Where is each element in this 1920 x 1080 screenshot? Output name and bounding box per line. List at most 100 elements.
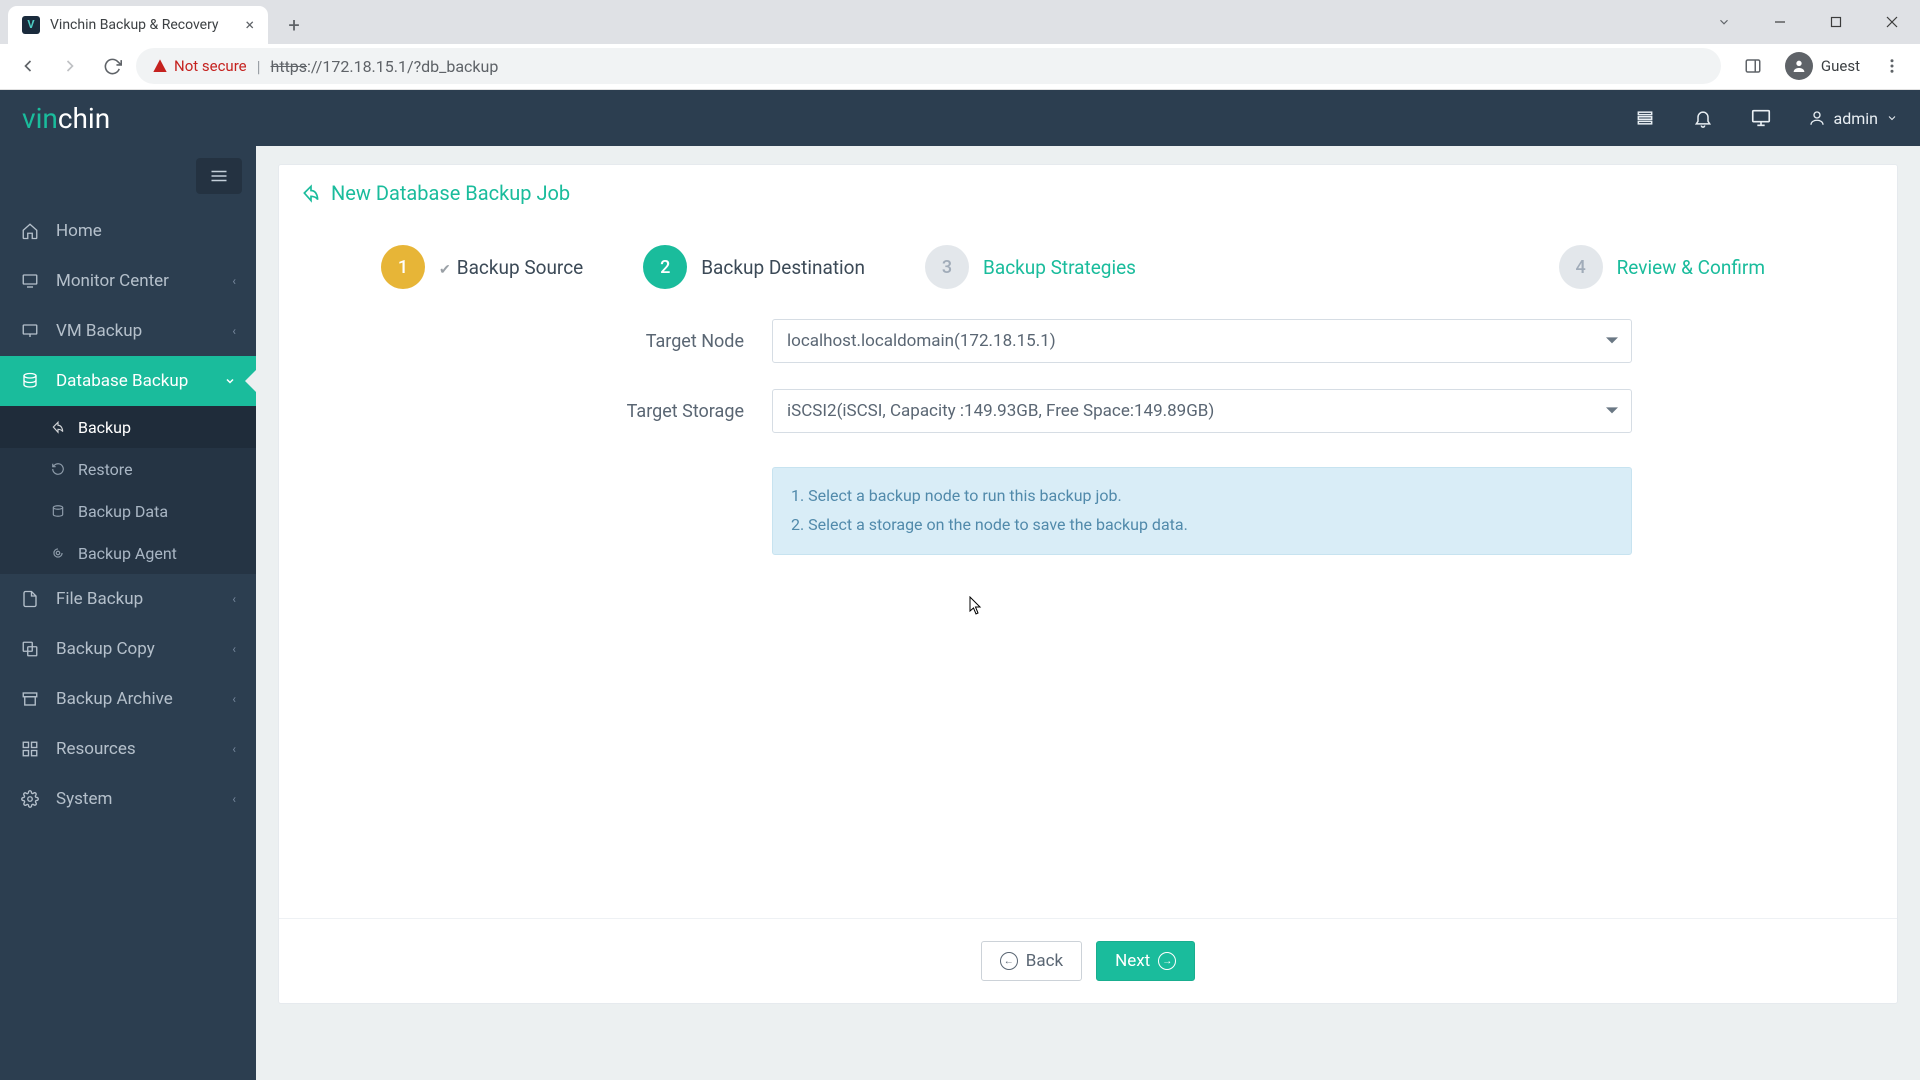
arrow-left-circle-icon: ←	[1000, 952, 1018, 970]
target-node-label: Target Node	[544, 331, 744, 352]
gear-icon	[20, 789, 40, 809]
user-name: admin	[1834, 109, 1878, 128]
close-icon[interactable]: ×	[245, 15, 254, 34]
target-storage-select[interactable]: iSCSI2(iSCSI, Capacity :149.93GB, Free S…	[772, 389, 1632, 433]
step-number: 1	[381, 245, 425, 289]
step-backup-destination[interactable]: 2 Backup Destination	[643, 245, 865, 289]
app-header: vinchin admin	[0, 90, 1920, 146]
tab-strip: V Vinchin Backup & Recovery × +	[0, 0, 1920, 44]
sidebar-item-label: VM Backup	[56, 321, 142, 341]
sidebar-toggle-button[interactable]	[196, 158, 242, 194]
monitor-icon[interactable]	[1750, 107, 1772, 129]
new-tab-button[interactable]: +	[278, 9, 310, 41]
menu-icon[interactable]	[1874, 48, 1910, 84]
tab-title: Vinchin Backup & Recovery	[50, 17, 219, 33]
restore-icon	[50, 461, 66, 477]
user-icon	[1808, 109, 1826, 127]
chevron-left-icon: ‹	[232, 642, 236, 656]
back-button[interactable]	[10, 48, 46, 84]
sidebar-item-backup-archive[interactable]: Backup Archive ‹	[0, 674, 256, 724]
sidebar-item-label: System	[56, 789, 112, 809]
url-text: https://172.18.15.1/?db_backup	[271, 57, 499, 76]
sub-item-backup-agent[interactable]: Backup Agent	[0, 532, 256, 574]
sidebar-item-system[interactable]: System ‹	[0, 774, 256, 824]
profile-label: Guest	[1821, 57, 1860, 75]
maximize-button[interactable]	[1808, 4, 1864, 40]
sub-item-restore[interactable]: Restore	[0, 448, 256, 490]
share-icon	[50, 419, 66, 435]
target-node-select[interactable]: localhost.localdomain(172.18.15.1)	[772, 319, 1632, 363]
sidebar-item-database-backup[interactable]: Database Backup	[0, 356, 256, 406]
agent-icon	[50, 545, 66, 561]
profile-chip[interactable]: Guest	[1775, 48, 1870, 84]
sidebar-item-label: Backup Copy	[56, 639, 155, 659]
destination-form: Target Node localhost.localdomain(172.18…	[301, 319, 1875, 555]
target-storage-label: Target Storage	[544, 401, 744, 422]
data-icon	[50, 503, 66, 519]
sidebar-item-backup-copy[interactable]: Backup Copy ‹	[0, 624, 256, 674]
sub-item-backup[interactable]: Backup	[0, 406, 256, 448]
bell-icon[interactable]	[1692, 107, 1714, 129]
sidebar-item-vm-backup[interactable]: VM Backup ‹	[0, 306, 256, 356]
close-window-button[interactable]	[1864, 4, 1920, 40]
browser-tab[interactable]: V Vinchin Backup & Recovery ×	[8, 6, 268, 44]
chevron-down-icon	[1886, 112, 1898, 124]
file-icon	[20, 589, 40, 609]
logo[interactable]: vinchin	[22, 102, 110, 135]
step-number: 4	[1559, 245, 1603, 289]
sub-item-label: Restore	[78, 460, 133, 479]
chevron-down-icon	[224, 375, 236, 387]
sidebar-item-file-backup[interactable]: File Backup ‹	[0, 574, 256, 624]
sidebar-item-resources[interactable]: Resources ‹	[0, 724, 256, 774]
next-button[interactable]: Next →	[1096, 941, 1195, 981]
chevron-left-icon: ‹	[232, 742, 236, 756]
home-icon	[20, 221, 40, 241]
chevron-left-icon: ‹	[232, 692, 236, 706]
sidebar-item-label: Backup Archive	[56, 689, 173, 709]
monitor-small-icon	[20, 271, 40, 291]
step-number: 2	[643, 245, 687, 289]
info-box: 1. Select a backup node to run this back…	[772, 467, 1632, 555]
sidebar-item-label: Database Backup	[56, 371, 188, 391]
database-icon	[20, 371, 40, 391]
user-menu[interactable]: admin	[1808, 109, 1898, 128]
sub-item-backup-data[interactable]: Backup Data	[0, 490, 256, 532]
sub-item-label: Backup	[78, 418, 131, 437]
panel: New Database Backup Job 1 ✔Backup Source…	[278, 164, 1898, 1004]
forward-button[interactable]	[52, 48, 88, 84]
minimize-button[interactable]	[1752, 4, 1808, 40]
sub-item-label: Backup Data	[78, 502, 168, 521]
step-number: 3	[925, 245, 969, 289]
insecure-badge: Not secure	[152, 57, 247, 75]
chevron-left-icon: ‹	[232, 592, 236, 606]
insecure-label: Not secure	[174, 57, 247, 75]
chevron-left-icon: ‹	[232, 274, 236, 288]
queue-icon[interactable]	[1634, 107, 1656, 129]
browser-chrome: V Vinchin Backup & Recovery × +	[0, 0, 1920, 90]
back-button[interactable]: ← Back	[981, 941, 1082, 981]
step-backup-strategies[interactable]: 3 Backup Strategies	[925, 245, 1136, 289]
sidebar-item-home[interactable]: Home	[0, 206, 256, 256]
wizard-steps: 1 ✔Backup Source 2 Backup Destination 3 …	[301, 225, 1875, 319]
main-content: New Database Backup Job 1 ✔Backup Source…	[256, 146, 1920, 1080]
chevron-left-icon: ‹	[232, 792, 236, 806]
vm-icon	[20, 321, 40, 341]
archive-icon	[20, 689, 40, 709]
step-review-confirm[interactable]: 4 Review & Confirm	[1559, 245, 1765, 289]
sidebar: Home Monitor Center ‹ VM Backup ‹ Databa…	[0, 146, 256, 1080]
side-panel-icon[interactable]	[1735, 48, 1771, 84]
info-line: 1. Select a backup node to run this back…	[791, 482, 1613, 511]
window-controls	[1704, 0, 1920, 44]
copy-icon	[20, 639, 40, 659]
address-bar[interactable]: Not secure | https://172.18.15.1/?db_bac…	[136, 48, 1721, 84]
tab-list-chevron-icon[interactable]	[1704, 4, 1744, 40]
step-backup-source[interactable]: 1 ✔Backup Source	[381, 245, 583, 289]
sidebar-item-monitor-center[interactable]: Monitor Center ‹	[0, 256, 256, 306]
sub-item-label: Backup Agent	[78, 544, 177, 563]
grid-icon	[20, 739, 40, 759]
page-title: New Database Backup Job	[331, 181, 570, 205]
omnibox-divider: |	[257, 57, 261, 76]
arrow-up-right-icon	[301, 183, 321, 203]
reload-button[interactable]	[94, 48, 130, 84]
favicon-icon: V	[22, 16, 40, 34]
